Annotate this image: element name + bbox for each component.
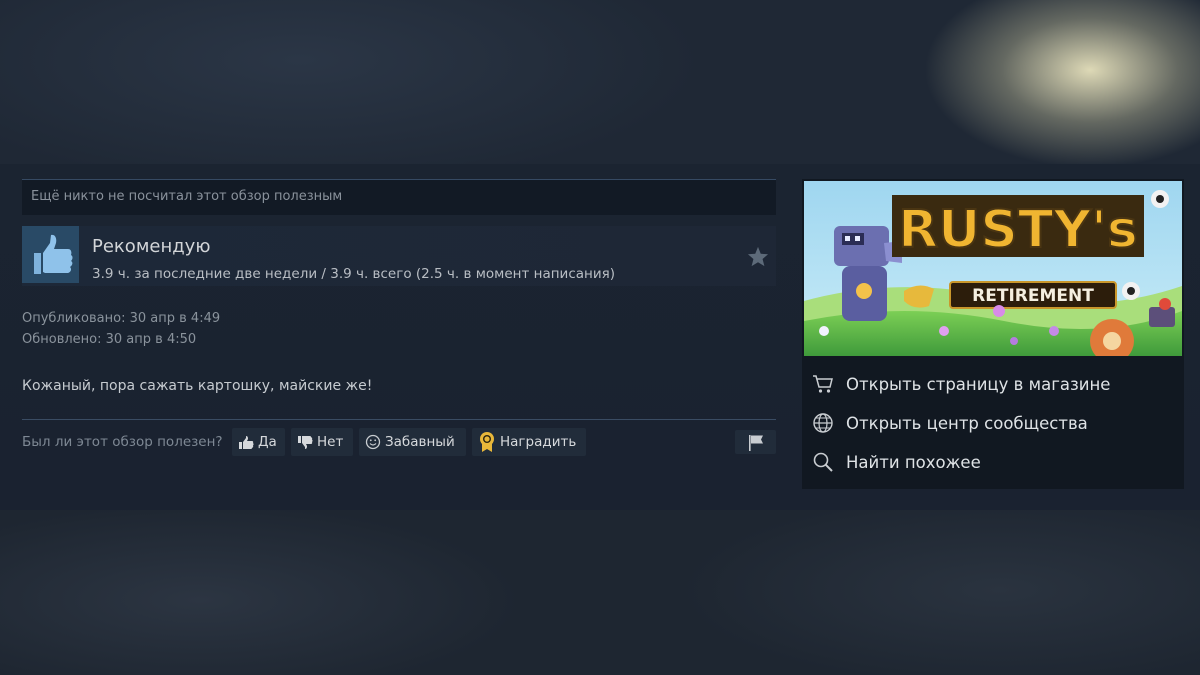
award-label: Наградить (500, 434, 577, 450)
background-top (0, 0, 1200, 164)
vote-yes-label: Да (258, 434, 277, 450)
find-similar-label: Найти похожее (846, 452, 981, 472)
helpful-status-text: Ещё никто не посчитал этот обзор полезны… (31, 189, 343, 204)
review-verdict: Рекомендую 3.9 ч. за последние две недел… (22, 226, 776, 286)
community-hub-link[interactable]: Открыть центр сообщества (810, 407, 1176, 439)
store-page-link[interactable]: Открыть страницу в магазине (810, 368, 1176, 400)
report-button[interactable] (735, 430, 776, 454)
find-similar-link[interactable]: Найти похожее (810, 446, 1176, 478)
thumbs-up-icon (239, 435, 254, 449)
flag-icon (748, 434, 763, 451)
vote-no-button[interactable]: Нет (291, 428, 353, 456)
community-hub-label: Открыть центр сообщества (846, 413, 1088, 433)
award-button[interactable]: Наградить (472, 428, 586, 456)
posted-date: Опубликовано: 30 апр в 4:49 (22, 311, 221, 326)
award-icon (480, 432, 494, 452)
game-logo-subtitle: RETIREMENT (972, 286, 1094, 306)
game-panel: RUSTY's RETIREMENT Открыть страницу в ма… (802, 179, 1184, 489)
divider (22, 419, 776, 420)
vote-yes-button[interactable]: Да (232, 428, 285, 456)
smiley-icon (365, 434, 381, 450)
globe-icon (810, 410, 836, 436)
thumbs-down-icon (298, 435, 313, 449)
game-logo-title: RUSTY's (898, 200, 1138, 260)
verdict-title: Рекомендую (92, 236, 211, 257)
vote-funny-button[interactable]: Забавный (359, 428, 466, 456)
background-bottom (0, 510, 1200, 675)
playtime-hours: 3.9 ч. за последние две недели / 3.9 ч. … (92, 266, 616, 282)
helpful-status-bar: Ещё никто не посчитал этот обзор полезны… (22, 179, 776, 215)
vote-no-label: Нет (317, 434, 344, 450)
vote-funny-label: Забавный (385, 434, 455, 450)
star-icon[interactable] (747, 246, 769, 271)
review-text: Кожаный, пора сажать картошку, майские ж… (22, 378, 373, 394)
store-page-label: Открыть страницу в магазине (846, 374, 1111, 394)
cart-icon (810, 371, 836, 397)
game-capsule-image[interactable]: RUSTY's RETIREMENT (804, 181, 1182, 356)
search-icon (810, 449, 836, 475)
helpful-question: Был ли этот обзор полезен? (22, 434, 223, 450)
thumbs-up-icon (22, 226, 79, 283)
updated-date: Обновлено: 30 апр в 4:50 (22, 332, 197, 347)
